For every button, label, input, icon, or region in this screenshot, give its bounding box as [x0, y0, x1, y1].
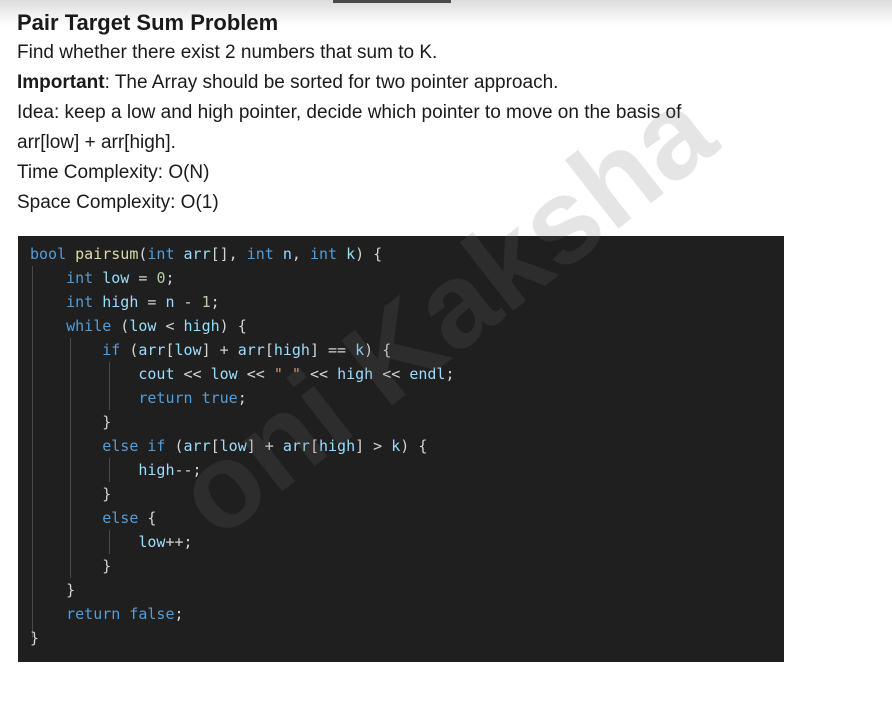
space-complexity: Space Complexity: O(1)	[17, 192, 219, 213]
code-line: while (low < high) {	[66, 317, 247, 335]
problem-statement: Find whether there exist 2 numbers that …	[17, 42, 438, 63]
code-line: int low = 0;	[66, 269, 175, 287]
important-text: : The Array should be sorted for two poi…	[104, 72, 559, 93]
important-label: Important	[17, 72, 105, 93]
code-line: int high = n - 1;	[66, 293, 220, 311]
code-line: high--;	[138, 461, 202, 479]
code-line: else if (arr[low] + arr[high] > k) {	[102, 437, 428, 455]
code-line: else {	[102, 509, 157, 527]
code-line: if (arr[low] + arr[high] == k) {	[102, 341, 392, 359]
code-line: }	[102, 557, 112, 575]
top-bar-mark	[333, 0, 451, 3]
code-line: low++;	[138, 533, 193, 551]
page-title: Pair Target Sum Problem	[17, 10, 279, 35]
code-line: }	[102, 485, 112, 503]
code-line: cout << low << " " << high << endl;	[138, 365, 455, 383]
idea-line-2: arr[low] + arr[high].	[17, 132, 176, 153]
time-complexity: Time Complexity: O(N)	[17, 162, 210, 183]
code-block: bool pairsum(int arr[], int n, int k) { …	[18, 236, 784, 662]
code-line: }	[66, 581, 76, 599]
code-line: return true;	[138, 389, 247, 407]
code-line: return false;	[66, 605, 184, 623]
code-line: }	[30, 629, 40, 647]
idea-line-1: Idea: keep a low and high pointer, decid…	[17, 102, 682, 123]
code-line: }	[102, 413, 112, 431]
document-text: Pair Target Sum Problem Find whether the…	[17, 8, 877, 218]
important-note: Important: The Array should be sorted fo…	[17, 68, 877, 98]
code-line: bool pairsum(int arr[], int n, int k) {	[30, 245, 383, 263]
